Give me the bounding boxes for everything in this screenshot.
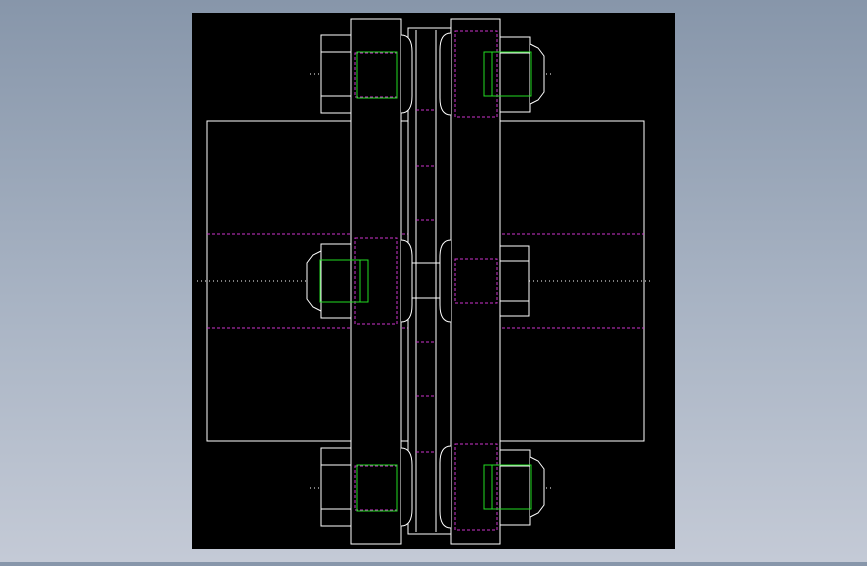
nut-bottom-right-outline xyxy=(499,449,531,526)
bolt-head-middle-right xyxy=(499,245,530,317)
bolt-head-bottom-left xyxy=(320,447,352,527)
washer-middle-right xyxy=(439,239,452,323)
nut-top-right-outline xyxy=(499,36,531,113)
bolt-head-top-left xyxy=(320,34,352,114)
nut-middle-left-outline xyxy=(320,243,352,319)
washer-middle-left xyxy=(400,239,413,323)
washer-top-right xyxy=(439,32,452,116)
washer-top-left xyxy=(400,34,413,114)
coupling-drawing xyxy=(192,13,675,549)
washer-bottom-left xyxy=(400,447,413,527)
bolt-end-bottom-right xyxy=(529,456,545,518)
bolt-end-top-right xyxy=(529,43,545,105)
cad-viewport[interactable] xyxy=(0,0,867,562)
washer-bottom-right xyxy=(439,445,452,529)
bolt-end-middle-left xyxy=(306,250,322,312)
